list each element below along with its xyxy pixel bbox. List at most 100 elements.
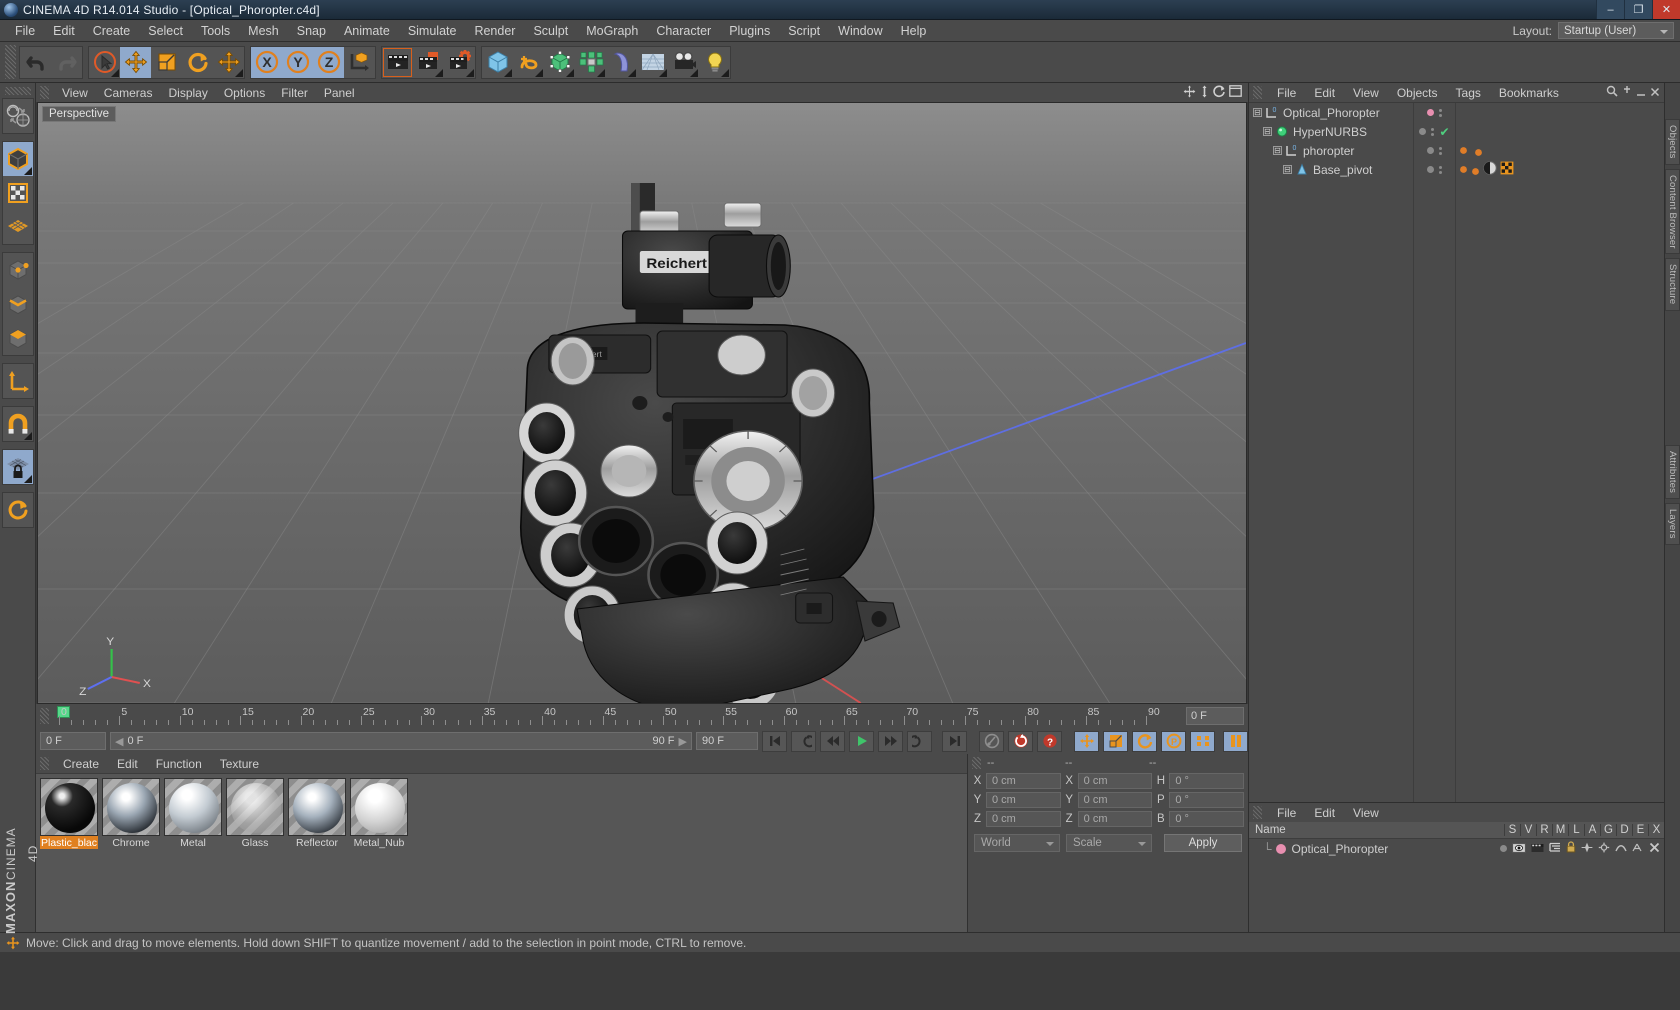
layer-col-v[interactable]: V <box>1520 824 1536 836</box>
material-item[interactable]: Metal <box>164 778 222 849</box>
layer-col-a[interactable]: A <box>1584 824 1600 836</box>
visibility-dots-row[interactable]: ✔ <box>1414 122 1455 141</box>
layer-menu-view[interactable]: View <box>1344 806 1388 820</box>
side-tab-structure[interactable]: Structure <box>1665 258 1680 311</box>
object-axis-icon[interactable] <box>3 364 33 398</box>
material-item[interactable]: Plastic_blac <box>40 778 98 849</box>
side-tab-attributes[interactable]: Attributes <box>1665 444 1680 499</box>
viewport-grip[interactable] <box>40 86 49 99</box>
deformer-icon[interactable] <box>1615 842 1627 856</box>
render-settings-icon[interactable] <box>444 47 475 78</box>
size-z-field[interactable]: 0 cm <box>1077 810 1153 827</box>
timeline-lock-icon[interactable] <box>1223 730 1248 752</box>
menu-plugins[interactable]: Plugins <box>720 20 779 42</box>
menu-snap[interactable]: Snap <box>288 20 335 42</box>
object-manager-tree[interactable]: ⊟ 0 Optical_Phoropter ⊟ HyperNURBS ⊟ 0 p… <box>1249 102 1664 802</box>
keyframe-prev-icon[interactable] <box>791 730 816 752</box>
timeline-ruler[interactable]: 0 5 10 15 20 25 30 35 40 45 50 55 60 65 70 75 80 85 90 <box>53 705 1182 727</box>
expand-toggle[interactable]: ⊟ <box>1283 165 1292 174</box>
xref-icon[interactable] <box>1649 842 1660 856</box>
menu-help[interactable]: Help <box>892 20 936 42</box>
cube-primitive-icon[interactable] <box>482 47 513 78</box>
menu-animate[interactable]: Animate <box>335 20 399 42</box>
enabled-check-icon[interactable]: ✔ <box>1439 126 1449 138</box>
visibility-dots[interactable] <box>1431 127 1435 136</box>
menu-file[interactable]: File <box>6 20 44 42</box>
scale-icon[interactable] <box>151 47 182 78</box>
material-menu-edit[interactable]: Edit <box>108 757 147 771</box>
lock-icon[interactable] <box>1566 841 1576 856</box>
points-mode-icon[interactable] <box>3 253 33 287</box>
make-editable-icon[interactable] <box>3 99 33 133</box>
material-menu-create[interactable]: Create <box>54 757 108 771</box>
polygons-mode-icon[interactable] <box>3 321 33 355</box>
world-coord-icon[interactable] <box>344 47 375 78</box>
workplane-rotate-icon[interactable] <box>3 493 33 527</box>
array-icon[interactable] <box>575 47 606 78</box>
visibility-dots[interactable] <box>1439 146 1442 155</box>
scrub-right-arrow-icon[interactable]: ▶ <box>679 735 687 748</box>
material-menu-texture[interactable]: Texture <box>211 757 268 771</box>
x-axis-icon[interactable]: X <box>251 46 282 78</box>
viewport-menu-display[interactable]: Display <box>160 86 215 100</box>
object-menu-bookmarks[interactable]: Bookmarks <box>1490 86 1568 100</box>
layer-color-dot[interactable] <box>1419 128 1427 135</box>
rotation-p-field[interactable]: 0 ° <box>1169 791 1245 808</box>
move-icon[interactable] <box>120 46 151 78</box>
render-picture-viewer-icon[interactable] <box>413 47 444 78</box>
material-thumbnail[interactable] <box>350 778 408 836</box>
view-icon[interactable] <box>1512 842 1526 856</box>
object-menu-edit[interactable]: Edit <box>1305 86 1344 100</box>
visibility-dots-row[interactable] <box>1414 103 1455 122</box>
workplane-lock-icon[interactable] <box>2 450 33 484</box>
record-icon[interactable] <box>1008 730 1033 752</box>
side-tab-content-browser[interactable]: Content Browser <box>1665 168 1680 255</box>
dot-tag[interactable] <box>1471 165 1480 179</box>
visibility-dots-row[interactable] <box>1414 141 1455 160</box>
step-back-icon[interactable] <box>820 730 845 752</box>
left-toolbar-grip[interactable] <box>4 87 31 95</box>
layout-dropdown[interactable]: Startup (User) <box>1558 22 1674 39</box>
viewport-menu-filter[interactable]: Filter <box>273 86 316 100</box>
expand-toggle[interactable]: ⊟ <box>1273 146 1282 155</box>
minimize-button[interactable]: – <box>1596 0 1624 19</box>
expression-icon[interactable] <box>1632 842 1644 856</box>
search-icon[interactable] <box>1606 85 1618 100</box>
material-item[interactable]: Glass <box>226 778 284 849</box>
solo-dot[interactable] <box>1500 845 1507 852</box>
material-item[interactable]: Metal_Nub <box>350 778 408 849</box>
material-thumbnail[interactable] <box>288 778 346 836</box>
expand-toggle[interactable]: ⊟ <box>1263 127 1272 136</box>
timeline-grip[interactable] <box>40 708 49 724</box>
maximize-view-icon[interactable] <box>1229 85 1242 100</box>
menu-window[interactable]: Window <box>829 20 891 42</box>
range-end-field[interactable]: 90 F <box>696 732 758 750</box>
side-tab-layers[interactable]: Layers <box>1665 502 1680 545</box>
tag-row[interactable] <box>1456 160 1664 179</box>
apply-button[interactable]: Apply <box>1164 834 1242 852</box>
goto-end-icon[interactable] <box>942 730 967 752</box>
position-y-field[interactable]: 0 cm <box>986 791 1061 808</box>
render-view-icon[interactable] <box>382 47 413 78</box>
visibility-dots-row[interactable] <box>1414 160 1455 179</box>
close-button[interactable]: ✕ <box>1652 0 1680 19</box>
layer-col-e[interactable]: E <box>1632 824 1648 836</box>
size-y-field[interactable]: 0 cm <box>1077 791 1153 808</box>
rotation-h-field[interactable]: 0 ° <box>1169 772 1245 789</box>
minimize-icon[interactable] <box>1636 86 1646 100</box>
position-x-field[interactable]: 0 cm <box>986 772 1061 789</box>
key-question-icon[interactable]: ? <box>1037 730 1062 752</box>
position-z-field[interactable]: 0 cm <box>986 810 1061 827</box>
layer-col-g[interactable]: G <box>1600 824 1616 836</box>
move-alt-icon[interactable] <box>213 47 244 78</box>
visibility-dots[interactable] <box>1439 108 1442 117</box>
menu-create[interactable]: Create <box>84 20 140 42</box>
material-grip[interactable] <box>40 757 49 770</box>
layer-manager-grip[interactable] <box>1253 806 1262 819</box>
dot-tag[interactable] <box>1459 163 1468 177</box>
move-view-icon[interactable] <box>1183 85 1196 101</box>
key-rotation-icon[interactable] <box>1132 730 1157 752</box>
menu-character[interactable]: Character <box>647 20 720 42</box>
object-menu-file[interactable]: File <box>1268 86 1305 100</box>
layer-col-s[interactable]: S <box>1504 824 1520 836</box>
